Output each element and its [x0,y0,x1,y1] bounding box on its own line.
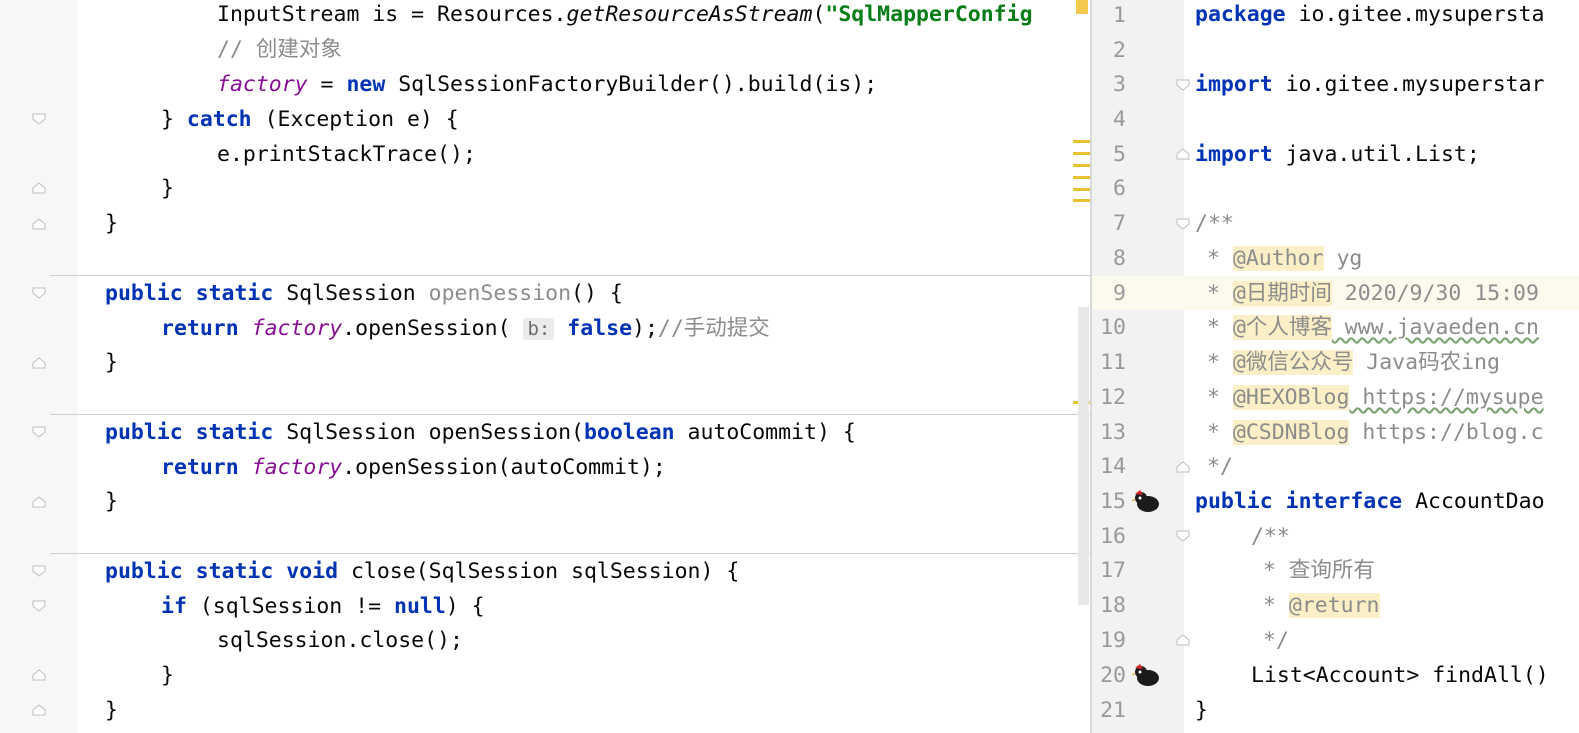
left-editor[interactable]: InputStream is = Resources.getResourceAs… [0,0,1090,733]
fold-icon[interactable] [32,565,46,577]
fold-icon[interactable] [32,218,46,230]
method-separator [50,275,1090,276]
vertical-scrollbar[interactable] [1078,307,1089,605]
mybatis-bird-icon[interactable] [1131,663,1162,689]
rcode-line-8[interactable]: * @Author yg [1207,242,1362,276]
rcode-line-18[interactable]: * @return [1263,589,1380,623]
rcode-line-19[interactable]: */ [1263,624,1289,658]
rcode-line-20[interactable]: List<Account> findAll() [1251,659,1549,693]
rcode-line-13[interactable]: * @CSDNBlog https://blog.c [1207,416,1544,450]
parameter-hint: b: [523,318,555,340]
fold-icon[interactable] [1176,148,1190,160]
fold-icon[interactable] [32,669,46,681]
fold-icon[interactable] [1176,79,1190,91]
warning-marker[interactable] [1073,152,1090,155]
rcode-line-15[interactable]: public interface AccountDao [1195,485,1545,519]
code-line-6[interactable]: } [161,172,174,206]
rcode-line-21[interactable]: } [1195,694,1208,728]
fold-icon[interactable] [1176,461,1190,473]
line-number: 11 [1100,350,1126,375]
fold-icon[interactable] [32,182,46,194]
rcode-line-1[interactable]: package io.gitee.mysupersta [1195,0,1545,32]
fold-icon[interactable] [1176,530,1190,542]
line-number: 1 [1113,3,1126,28]
code-line-17[interactable]: } [161,659,174,693]
warning-marker[interactable] [1073,188,1090,191]
line-number: 14 [1100,454,1126,479]
fold-icon[interactable] [1176,218,1190,230]
mybatis-bird-icon[interactable] [1131,489,1162,515]
code-line-9[interactable]: return factory.openSession( b: false);//… [161,312,770,346]
line-number: 12 [1100,385,1126,410]
fold-icon[interactable] [32,704,46,716]
code-line-3[interactable]: factory = new SqlSessionFactoryBuilder()… [217,68,877,102]
rcode-line-10[interactable]: * @个人博客 www.javaeden.cn [1207,311,1539,345]
line-number: 18 [1100,593,1126,618]
warning-marker[interactable] [1073,140,1090,143]
warning-marker[interactable] [1073,164,1090,167]
line-number: 8 [1113,246,1126,271]
code-line-7[interactable]: } [105,207,118,241]
code-line-11[interactable]: public static SqlSession openSession(boo… [105,416,856,450]
code-line-16[interactable]: sqlSession.close(); [217,624,463,658]
rcode-line-7[interactable]: /** [1195,207,1234,241]
rcode-line-16[interactable]: /** [1251,520,1290,554]
right-editor[interactable]: 1 2 3 4 5 6 7 8 9 10 11 12 13 14 15 16 1… [1092,0,1579,733]
code-line-2[interactable]: // 创建对象 [217,33,342,67]
line-number: 13 [1100,420,1126,445]
line-number: 17 [1100,558,1126,583]
code-line-18[interactable]: } [105,694,118,728]
line-number: 3 [1113,72,1126,97]
line-number: 9 [1113,281,1126,306]
line-number: 16 [1100,524,1126,549]
method-separator [50,414,1090,415]
code-line-12[interactable]: return factory.openSession(autoCommit); [161,451,666,485]
line-number: 15 [1100,489,1126,514]
line-number: 20 [1100,663,1126,688]
line-number: 7 [1113,211,1126,236]
method-separator [50,553,1090,554]
fold-icon[interactable] [32,287,46,299]
rcode-line-3[interactable]: import io.gitee.mysuperstar [1195,68,1545,102]
rcode-line-5[interactable]: import java.util.List; [1195,138,1480,172]
code-line-4[interactable]: } catch (Exception e) { [161,103,459,137]
code-line-10[interactable]: } [105,346,118,380]
rcode-line-9[interactable]: * @日期时间 2020/9/30 15:09 [1207,277,1539,311]
line-number: 2 [1113,38,1126,63]
line-number: 19 [1100,628,1126,653]
code-line-14[interactable]: public static void close(SqlSession sqlS… [105,555,739,589]
code-line-13[interactable]: } [105,485,118,519]
warning-marker[interactable] [1073,176,1090,179]
rcode-line-17[interactable]: * 查询所有 [1263,554,1375,588]
fold-icon[interactable] [32,357,46,369]
line-number: 10 [1100,315,1126,340]
fold-icon[interactable] [32,426,46,438]
line-number: 6 [1113,176,1126,201]
warning-indicator-icon[interactable] [1076,0,1088,14]
line-number: 5 [1113,142,1126,167]
code-line-5[interactable]: e.printStackTrace(); [217,138,476,172]
line-number: 4 [1113,107,1126,132]
fold-icon[interactable] [32,113,46,125]
rcode-line-14[interactable]: */ [1207,450,1233,484]
code-line-15[interactable]: if (sqlSession != null) { [161,590,485,624]
fold-icon[interactable] [32,496,46,508]
code-line-1[interactable]: InputStream is = Resources.getResourceAs… [217,0,1033,32]
warning-marker[interactable] [1073,199,1090,202]
code-line-8[interactable]: public static SqlSession openSession() { [105,277,623,311]
fold-icon[interactable] [32,600,46,612]
rcode-line-11[interactable]: * @微信公众号 Java码农ing [1207,346,1500,380]
rcode-line-12[interactable]: * @HEXOBlog https://mysupe [1207,381,1544,415]
line-number: 21 [1100,698,1126,723]
fold-icon[interactable] [1176,634,1190,646]
